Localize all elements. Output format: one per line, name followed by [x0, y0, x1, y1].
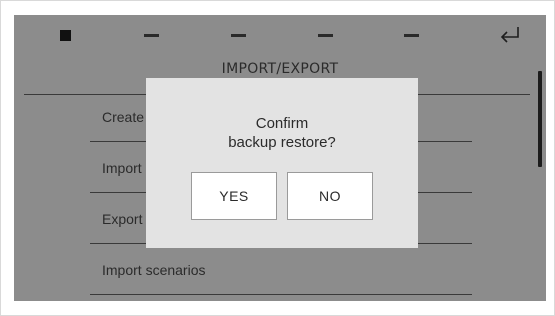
dialog-message: Confirm backup restore?	[146, 114, 418, 152]
menu-item-label: Import scenarios	[102, 261, 206, 278]
toolbar	[14, 15, 546, 55]
yes-button[interactable]: YES	[191, 172, 277, 220]
no-button[interactable]: NO	[287, 172, 373, 220]
dialog-message-line2: backup restore?	[228, 134, 336, 151]
dialog-message-line1: Confirm	[255, 115, 309, 132]
toolbar-button-2[interactable]	[131, 15, 171, 55]
dash-icon	[230, 33, 246, 37]
dash-icon	[317, 33, 333, 37]
stop-button[interactable]	[45, 15, 85, 55]
confirm-dialog: Confirm backup restore? YES NO	[146, 78, 418, 248]
stop-icon	[59, 29, 71, 41]
back-button[interactable]	[490, 15, 530, 55]
toolbar-button-4[interactable]	[305, 15, 345, 55]
page-title: IMPORT/EXPORT	[221, 61, 339, 77]
menu-item-import-scenarios[interactable]: Import scenarios	[90, 245, 472, 295]
return-icon	[500, 27, 519, 43]
toolbar-button-5[interactable]	[391, 15, 431, 55]
dash-icon	[143, 33, 159, 37]
scrollbar[interactable]	[538, 71, 542, 167]
screen: IMPORT/EXPORT Create backup Import backu…	[14, 15, 546, 301]
dash-icon	[403, 33, 419, 37]
toolbar-button-3[interactable]	[218, 15, 258, 55]
